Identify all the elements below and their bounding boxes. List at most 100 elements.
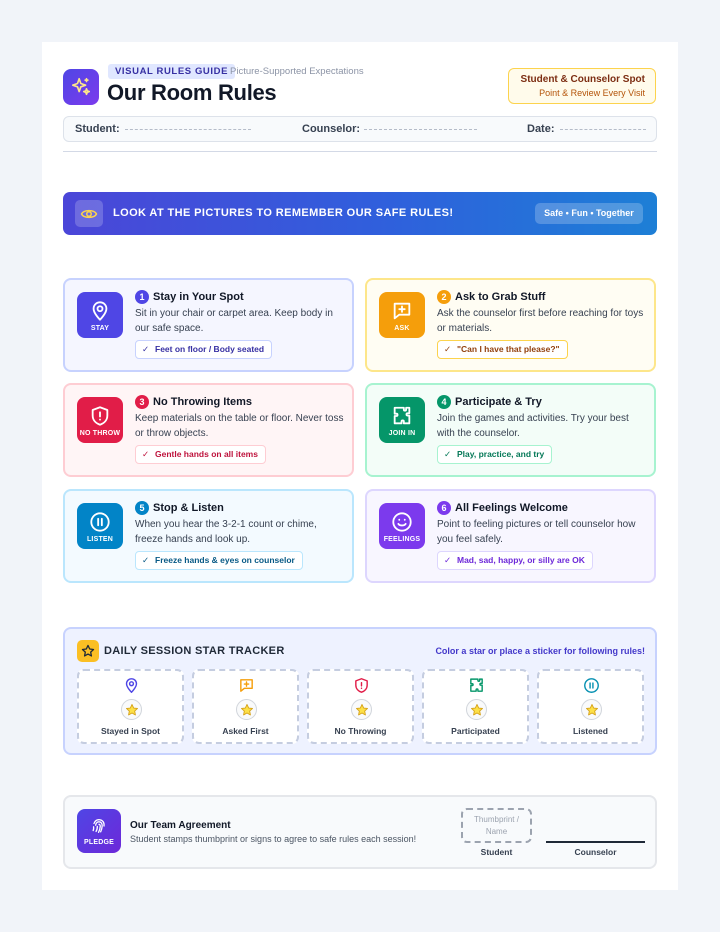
rule-tile-label: JOIN IN (388, 430, 416, 437)
spot-box: Student & Counselor Spot Point & Review … (508, 68, 656, 104)
student-label: Student: (75, 123, 120, 135)
rule-tip: ✓ Mad, sad, happy, or silly are OK (437, 551, 593, 570)
rule-description: Join the games and activities. Try your … (437, 413, 629, 439)
rule-tip-text: Gentle hands on all items (155, 449, 258, 459)
puzzle-icon (468, 677, 485, 694)
check-icon: ✓ (142, 449, 150, 459)
fingerprint-icon: PLEDGE (77, 809, 121, 853)
pause-circle-icon: LISTEN (77, 503, 123, 549)
check-icon: ✓ (142, 344, 150, 354)
counselor-signature-line[interactable] (546, 841, 645, 843)
tracker-slot[interactable]: Participated (422, 669, 529, 744)
rule-card: FEELINGS 6 All Feelings Welcome Point to… (365, 489, 656, 583)
counselor-field[interactable] (364, 129, 477, 130)
rule-tip: ✓ Gentle hands on all items (135, 445, 266, 464)
tracker-slot[interactable]: Listened (537, 669, 644, 744)
tracker-slot-label: Stayed in Spot (100, 726, 161, 736)
rule-tile-label: ASK (394, 325, 410, 332)
tracker-slot-label: Asked First (222, 726, 269, 736)
rule-description: Sit in your chair or carpet area. Keep b… (135, 308, 333, 334)
banner: LOOK AT THE PICTURES TO REMEMBER OUR SAF… (63, 192, 657, 235)
rule-tile-label: FEELINGS (383, 536, 421, 543)
date-field[interactable] (560, 129, 646, 130)
rule-number: 3 (135, 395, 149, 409)
map-pin-icon: STAY (77, 292, 123, 338)
team-agreement: PLEDGE Our Team Agreement Student stamps… (63, 795, 657, 869)
rule-tip: ✓ Play, practice, and try (437, 445, 553, 464)
message-plus-icon (238, 677, 255, 694)
rule-tip-text: Play, practice, and try (457, 449, 545, 459)
rule-tile-label: NO THROW (79, 430, 121, 437)
guide-subtitle: Picture-Supported Expectations (230, 66, 364, 77)
rule-tip-text: "Can I have that please?" (457, 344, 560, 354)
tracker-slot-label: Listened (573, 726, 608, 736)
rule-card: JOIN IN 4 Participate & Try Join the gam… (365, 383, 656, 477)
message-plus-icon: ASK (379, 292, 425, 338)
star-icon (77, 640, 99, 662)
rule-tip-text: Freeze hands & eyes on counselor (155, 555, 295, 565)
star-tracker: DAILY SESSION STAR TRACKER Color a star … (63, 627, 657, 755)
tracker-slot[interactable]: Stayed in Spot (77, 669, 184, 744)
rule-number: 2 (437, 290, 451, 304)
rule-tip-text: Feet on floor / Body seated (155, 344, 265, 354)
rule-title: Ask to Grab Stuff (455, 291, 546, 303)
tracker-title: DAILY SESSION STAR TRACKER (104, 645, 285, 657)
rules-page: VISUAL RULES GUIDE Picture-Supported Exp… (42, 42, 678, 890)
rule-tip: ✓ Freeze hands & eyes on counselor (135, 551, 303, 570)
rule-tile-label: LISTEN (86, 536, 114, 543)
tracker-note: Color a star or place a sticker for foll… (435, 646, 645, 656)
tracker-slot-label: No Throwing (334, 726, 387, 736)
rule-card: ASK 2 Ask to Grab Stuff Ask the counselo… (365, 278, 656, 372)
check-icon: ✓ (444, 449, 452, 459)
star-icon[interactable] (351, 699, 372, 720)
rule-number: 1 (135, 290, 149, 304)
smile-icon: FEELINGS (379, 503, 425, 549)
counselor-label: Counselor: (302, 123, 361, 135)
rule-description: Point to feeling pictures or tell counse… (437, 519, 636, 545)
puzzle-icon: JOIN IN (379, 397, 425, 443)
header-divider (63, 151, 657, 152)
page-title: Our Room Rules (107, 80, 277, 105)
check-icon: ✓ (444, 555, 452, 565)
rule-title: Stop & Listen (153, 502, 224, 514)
star-icon[interactable] (466, 699, 487, 720)
rule-number: 5 (135, 501, 149, 515)
banner-text: LOOK AT THE PICTURES TO REMEMBER OUR SAF… (113, 207, 454, 219)
eye-icon (75, 200, 103, 227)
agreement-title: Our Team Agreement (130, 820, 231, 831)
tracker-slot[interactable]: Asked First (192, 669, 299, 744)
shield-alert-icon (353, 677, 370, 694)
tracker-slot[interactable]: No Throwing (307, 669, 414, 744)
rule-number: 6 (437, 501, 451, 515)
student-signature-label: Student (480, 847, 513, 857)
spot-subtitle: Point & Review Every Visit (539, 88, 645, 98)
thumbprint-box[interactable]: Thumbprint / Name (461, 808, 532, 843)
check-icon: ✓ (142, 555, 150, 565)
rule-title: Participate & Try (455, 396, 542, 408)
rule-number: 4 (437, 395, 451, 409)
guide-badge: VISUAL RULES GUIDE (108, 64, 236, 79)
rule-tip-text: Mad, sad, happy, or silly are OK (457, 555, 585, 565)
rule-card: STAY 1 Stay in Your Spot Sit in your cha… (63, 278, 354, 372)
rule-title: All Feelings Welcome (455, 502, 568, 514)
rule-tile-label: STAY (90, 325, 110, 332)
rule-tip: ✓ "Can I have that please?" (437, 340, 568, 359)
tracker-slot-label: Participated (451, 726, 500, 736)
agreement-text: Student stamps thumbprint or signs to ag… (130, 834, 417, 844)
rule-description: Ask the counselor first before reaching … (437, 308, 644, 334)
rule-title: Stay in Your Spot (153, 291, 244, 303)
sparkles-icon (63, 69, 99, 105)
star-icon[interactable] (581, 699, 602, 720)
spot-title: Student & Counselor Spot (520, 74, 645, 85)
info-fields: Student: Counselor: Date: (63, 116, 657, 142)
student-field[interactable] (125, 129, 251, 130)
date-label: Date: (527, 123, 555, 135)
pledge-label: PLEDGE (84, 839, 114, 846)
star-icon[interactable] (121, 699, 142, 720)
rule-description: When you hear the 3-2-1 count or chime, … (135, 519, 317, 545)
map-pin-icon (123, 677, 140, 694)
rule-card: LISTEN 5 Stop & Listen When you hear the… (63, 489, 354, 583)
rule-description: Keep materials on the table or floor. Ne… (135, 413, 344, 439)
star-icon[interactable] (236, 699, 257, 720)
rule-tip: ✓ Feet on floor / Body seated (135, 340, 273, 359)
